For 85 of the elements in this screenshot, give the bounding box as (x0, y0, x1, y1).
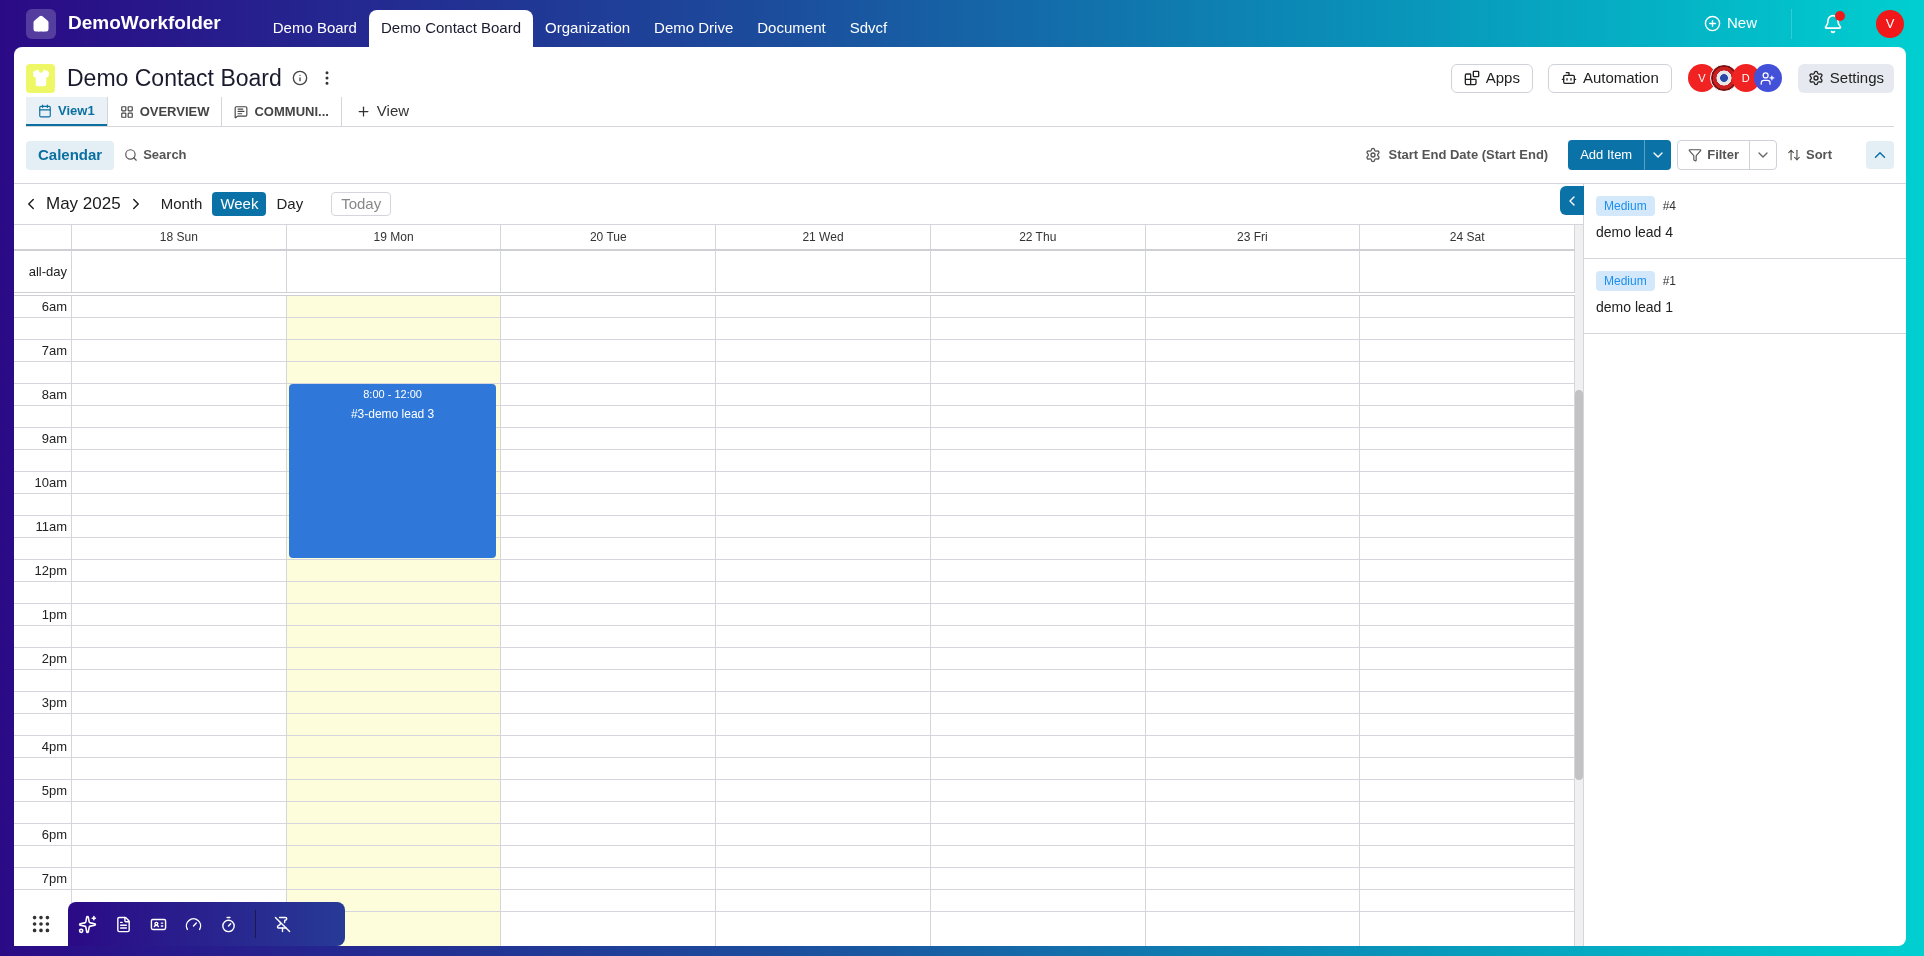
day-header: 20 Tue (589, 229, 627, 246)
hour-label: 6pm (41, 825, 67, 844)
blocks-icon (1463, 70, 1480, 86)
hour-label: 6am (41, 297, 67, 316)
apps-button[interactable]: Apps (1450, 63, 1533, 93)
sort-button[interactable]: Sort (1787, 145, 1832, 165)
grid-dots-icon (30, 913, 52, 935)
user-avatar[interactable]: V (1876, 9, 1904, 38)
automation-button[interactable]: Automation (1547, 63, 1672, 93)
event-title: #3-demo lead 3 (350, 405, 435, 423)
day-header: 18 Sun (159, 229, 198, 246)
priority-tag: Medium (1596, 196, 1655, 216)
info-icon[interactable] (291, 70, 308, 86)
nav-tab[interactable]: Organization (533, 10, 643, 47)
message-icon (234, 104, 249, 119)
hour-label: 11am (35, 517, 67, 536)
plus-icon (1704, 15, 1721, 32)
gear-icon (1364, 147, 1381, 163)
lead-title: demo lead 1 (1596, 298, 1675, 317)
date-field-button[interactable]: Start End Date (Start End) (1364, 145, 1549, 165)
timer-icon[interactable] (220, 915, 237, 933)
view-tab[interactable]: View1 (26, 97, 107, 126)
lead-card[interactable]: Medium #1 demo lead 1 (1584, 259, 1906, 334)
hour-label: 1pm (41, 605, 67, 624)
grid-icon (119, 104, 134, 119)
settings-icon (1807, 70, 1824, 86)
month-label: May 2025 (46, 193, 121, 216)
shirt-icon (31, 69, 50, 87)
day-header: 24 Sat (1449, 229, 1485, 246)
scrollbar[interactable] (1575, 225, 1583, 946)
gauge-icon[interactable] (185, 915, 202, 933)
home-icon (32, 14, 50, 33)
hour-label: 5pm (41, 781, 67, 800)
all-day-label: all-day (28, 262, 67, 281)
hour-label: 7am (41, 341, 67, 360)
home-button[interactable] (26, 8, 56, 39)
calendar-event[interactable]: 8:00 - 12:00 #3-demo lead 3 (288, 384, 497, 558)
hour-label: 12pm (34, 561, 67, 580)
settings-button[interactable]: Settings (1797, 63, 1894, 93)
hour-label: 2pm (41, 649, 67, 668)
board-title: Demo Contact Board (67, 63, 282, 93)
view-mode-button[interactable]: Week (212, 192, 267, 216)
collapse-panel-button[interactable] (1560, 186, 1584, 215)
sparkles-icon[interactable] (78, 914, 97, 934)
robot-icon (1560, 70, 1577, 86)
day-header: 22 Thu (1019, 229, 1057, 246)
hour-label: 7pm (41, 869, 67, 888)
add-view-button[interactable]: View (341, 97, 424, 126)
calendar-icon (38, 103, 52, 118)
view-mode-button[interactable]: Month (156, 192, 207, 216)
hour-label: 4pm (41, 737, 67, 756)
hour-label: 3pm (41, 693, 67, 712)
sort-icon (1787, 148, 1801, 162)
add-member-button[interactable] (1753, 64, 1782, 92)
hour-label: 8am (41, 385, 67, 404)
hour-label: 10am (34, 473, 67, 492)
nav-tab[interactable]: Demo Contact Board (368, 10, 534, 47)
view-mode-button[interactable]: Day (272, 192, 308, 216)
search-icon (124, 148, 139, 162)
calendar-button[interactable]: Calendar (26, 140, 115, 170)
view-tab[interactable]: COMMUNI... (222, 97, 341, 126)
lead-title: demo lead 4 (1596, 223, 1675, 242)
hour-label: 9am (41, 429, 67, 448)
event-time: 8:00 - 12:00 (363, 387, 422, 402)
nav-tab[interactable]: Demo Board (260, 10, 369, 47)
plus-icon (355, 104, 371, 119)
search-button[interactable]: Search (124, 145, 187, 165)
add-user-icon (1760, 70, 1776, 86)
bell-icon (1823, 13, 1843, 34)
filter-icon (1688, 148, 1703, 162)
lead-card[interactable]: Medium #4 demo lead 4 (1584, 184, 1906, 259)
view-tab[interactable]: OVERVIEW (107, 97, 222, 126)
nav-tab[interactable]: Sdvcf (837, 10, 900, 47)
item-number: #4 (1662, 198, 1677, 215)
unpin-icon[interactable] (274, 915, 291, 933)
workspace-title: DemoWorkfolder (68, 11, 221, 36)
nav-tab[interactable]: Document (745, 10, 838, 47)
priority-tag: Medium (1596, 271, 1655, 291)
nav-tab[interactable]: Demo Drive (642, 10, 746, 47)
document-icon[interactable] (115, 915, 132, 933)
day-header: 19 Mon (373, 229, 414, 246)
item-number: #1 (1662, 273, 1677, 290)
day-header: 21 Wed (802, 229, 844, 246)
day-header: 23 Fri (1237, 229, 1268, 246)
collapse-button[interactable] (1866, 141, 1894, 169)
